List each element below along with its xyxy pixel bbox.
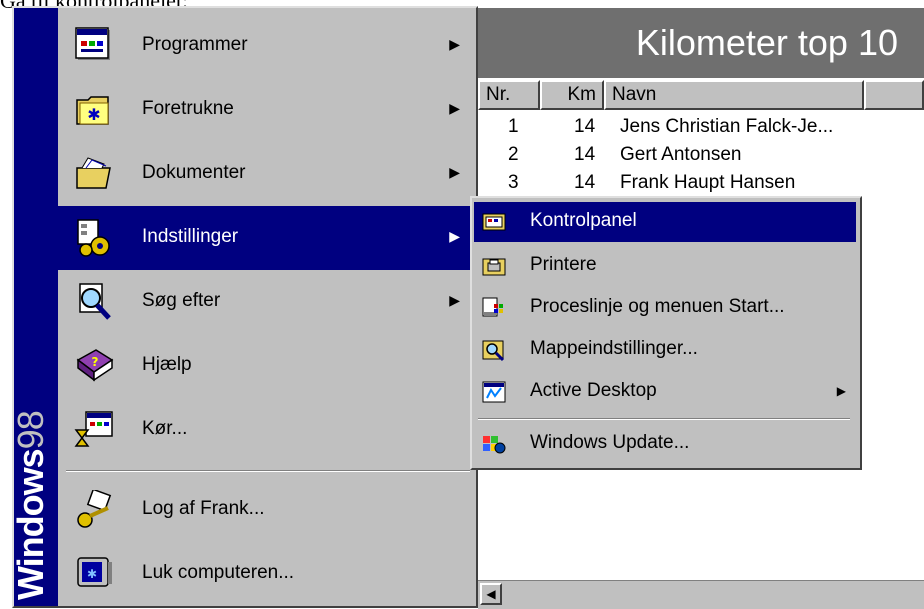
submenu-arrow-icon: ▶: [449, 100, 460, 116]
banner-version: 98: [10, 411, 51, 450]
row-name: Frank Haupt Hansen: [620, 172, 796, 193]
submenu-item-printere[interactable]: Printere: [474, 246, 856, 286]
menu-item-label: Foretrukne: [142, 98, 234, 119]
menu-item-label: Programmer: [142, 34, 248, 55]
scroll-left-button[interactable]: ◀: [480, 583, 502, 605]
windows98-banner: Windows98: [10, 8, 58, 606]
submenu-arrow-icon: ▶: [449, 228, 460, 244]
menu-item-label: Luk computeren...: [142, 562, 295, 583]
submenu-item-proceslinje[interactable]: Proceslinje og menuen Start...: [474, 288, 856, 328]
menu-item-sog-efter[interactable]: Søg efter ▶: [58, 270, 476, 334]
folder-options-icon: [482, 340, 505, 362]
active-desktop-icon: [482, 381, 506, 403]
settings-icon: [77, 219, 110, 257]
control-panel-icon: [482, 213, 506, 231]
column-header-km[interactable]: Km: [540, 80, 604, 110]
submenu-arrow-icon: ▶: [836, 384, 846, 398]
svg-text:?: ?: [92, 355, 99, 369]
menu-item-programmer[interactable]: Programmer ▶: [58, 14, 476, 78]
logoff-key-icon: [77, 490, 112, 528]
app-title: Kilometer top 10: [478, 8, 924, 78]
submenu-item-windows-update[interactable]: Windows Update...: [474, 424, 856, 464]
search-icon: [79, 283, 111, 320]
submenu-item-label: Kontrolpanel: [530, 210, 637, 231]
programs-icon: [75, 27, 110, 60]
row-km: 14: [574, 172, 596, 193]
printers-icon: [482, 258, 506, 276]
submenu-item-label: Printere: [530, 254, 597, 275]
start-menu: Windows98 Programmer ▶ ✱ Foretrukne ▶ Do…: [10, 6, 478, 608]
submenu-item-label: Proceslinje og menuen Start...: [530, 296, 785, 317]
menu-item-label: Dokumenter: [142, 162, 246, 183]
banner-brand: Windows: [10, 449, 51, 600]
submenu-arrow-icon: ▶: [449, 292, 460, 308]
svg-text:✱: ✱: [87, 567, 97, 581]
column-header-nr[interactable]: Nr.: [478, 80, 540, 110]
menu-item-foretrukne[interactable]: ✱ Foretrukne ▶: [58, 78, 476, 142]
submenu-item-kontrolpanel[interactable]: Kontrolpanel: [474, 202, 856, 242]
menu-item-label: Log af Frank...: [142, 498, 265, 519]
help-book-icon: ?: [76, 349, 114, 382]
menu-item-log-af[interactable]: Log af Frank...: [58, 478, 476, 542]
menu-separator: [66, 470, 470, 472]
submenu-item-active-desktop[interactable]: Active Desktop ▶: [474, 372, 856, 412]
shutdown-monitor-icon: ✱: [77, 557, 112, 587]
column-header-navn[interactable]: Navn: [604, 80, 864, 110]
menu-item-label: Kør...: [142, 418, 188, 439]
submenu-item-label: Windows Update...: [530, 432, 690, 453]
submenu-item-mappeindstillinger[interactable]: Mappeindstillinger...: [474, 330, 856, 370]
taskbar-icon: [482, 297, 503, 317]
menu-item-dokumenter[interactable]: Dokumenter ▶: [58, 142, 476, 206]
menu-item-label: Indstillinger: [142, 226, 239, 247]
run-icon: [74, 411, 113, 447]
favorites-folder-icon: ✱: [76, 96, 109, 125]
column-header-extra[interactable]: [864, 80, 924, 110]
menu-item-luk-computeren[interactable]: ✱ Luk computeren...: [58, 542, 476, 606]
row-name: Gert Antonsen: [620, 144, 742, 165]
menu-item-indstillinger[interactable]: Indstillinger ▶: [58, 206, 476, 270]
submenu-item-label: Mappeindstillinger...: [530, 338, 698, 359]
menu-item-kor[interactable]: Kør...: [58, 398, 476, 462]
settings-submenu: Kontrolpanel Printere Proceslinje og men…: [470, 196, 862, 470]
submenu-arrow-icon: ▶: [449, 164, 460, 180]
documents-folder-icon: [76, 157, 111, 189]
submenu-item-label: Active Desktop: [530, 380, 657, 401]
menu-item-label: Hjælp: [142, 354, 192, 375]
menu-item-hjaelp[interactable]: ? Hjælp: [58, 334, 476, 398]
submenu-arrow-icon: ▶: [449, 36, 460, 52]
horizontal-scrollbar[interactable]: ◀: [478, 580, 924, 609]
row-nr: 2: [508, 144, 519, 165]
submenu-separator: [478, 418, 850, 420]
column-headers: Nr. Km Navn: [478, 80, 924, 110]
svg-text:✱: ✱: [87, 105, 100, 124]
row-name: Jens Christian Falck-Je...: [620, 116, 834, 137]
row-nr: 3: [508, 172, 519, 193]
windows-update-icon: [483, 436, 506, 454]
row-km: 14: [574, 144, 596, 165]
row-nr: 1: [508, 116, 519, 137]
row-km: 14: [574, 116, 596, 137]
menu-item-label: Søg efter: [142, 290, 221, 311]
